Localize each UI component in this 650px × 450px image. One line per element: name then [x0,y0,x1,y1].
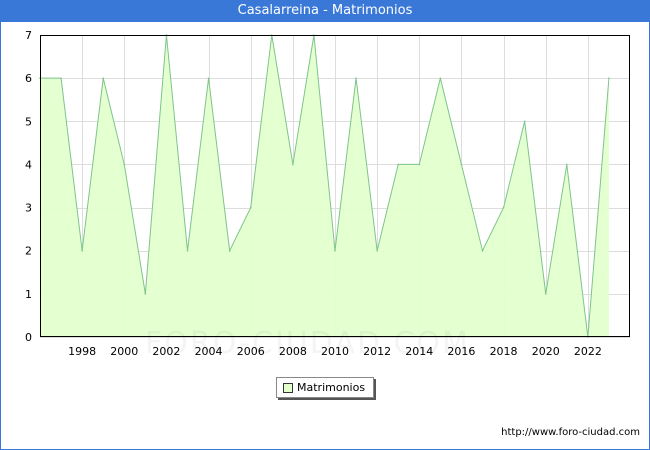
y-axis-ticks: 0 1 2 3 4 5 6 7 [25,29,32,344]
legend-swatch [283,383,293,393]
data-point [355,77,357,79]
data-point [439,77,442,79]
x-tick-label: 2000 [110,345,138,358]
data-point [460,163,463,166]
data-point [608,77,610,79]
y-tick-label: 4 [25,158,32,171]
y-tick-label: 1 [25,288,32,301]
x-tick-label: 2022 [574,345,602,358]
watermark: FORO-CIUDAD.COM [145,326,470,361]
data-point [186,249,189,252]
data-point [418,163,421,166]
data-point [376,249,378,252]
y-tick-label: 7 [25,29,32,42]
data-point [207,77,210,79]
source-link[interactable]: http://www.foro-ciudad.com [501,427,640,438]
legend-label: Matrimonios [297,381,366,394]
data-point [102,77,105,79]
y-tick-label: 3 [25,202,32,215]
data-point [523,120,526,123]
y-tick-label: 2 [25,245,32,258]
y-tick-label: 5 [25,115,32,128]
data-point [228,249,231,252]
data-point [292,163,294,166]
legend: Matrimonios [276,377,374,398]
data-point [123,163,126,166]
x-tick-label: 2020 [532,345,560,358]
x-tick-label: 1998 [68,345,96,358]
data-point [249,206,252,209]
data-point [397,163,400,166]
data-point [81,249,83,252]
x-tick-label: 2018 [490,345,518,358]
data-point [60,77,62,79]
data-point [502,206,505,209]
data-point [144,293,147,295]
data-point [334,249,336,252]
data-point [481,249,484,252]
data-point [544,293,547,295]
y-tick-label: 0 [25,331,32,344]
data-point [565,163,568,166]
y-tick-label: 6 [25,72,32,85]
